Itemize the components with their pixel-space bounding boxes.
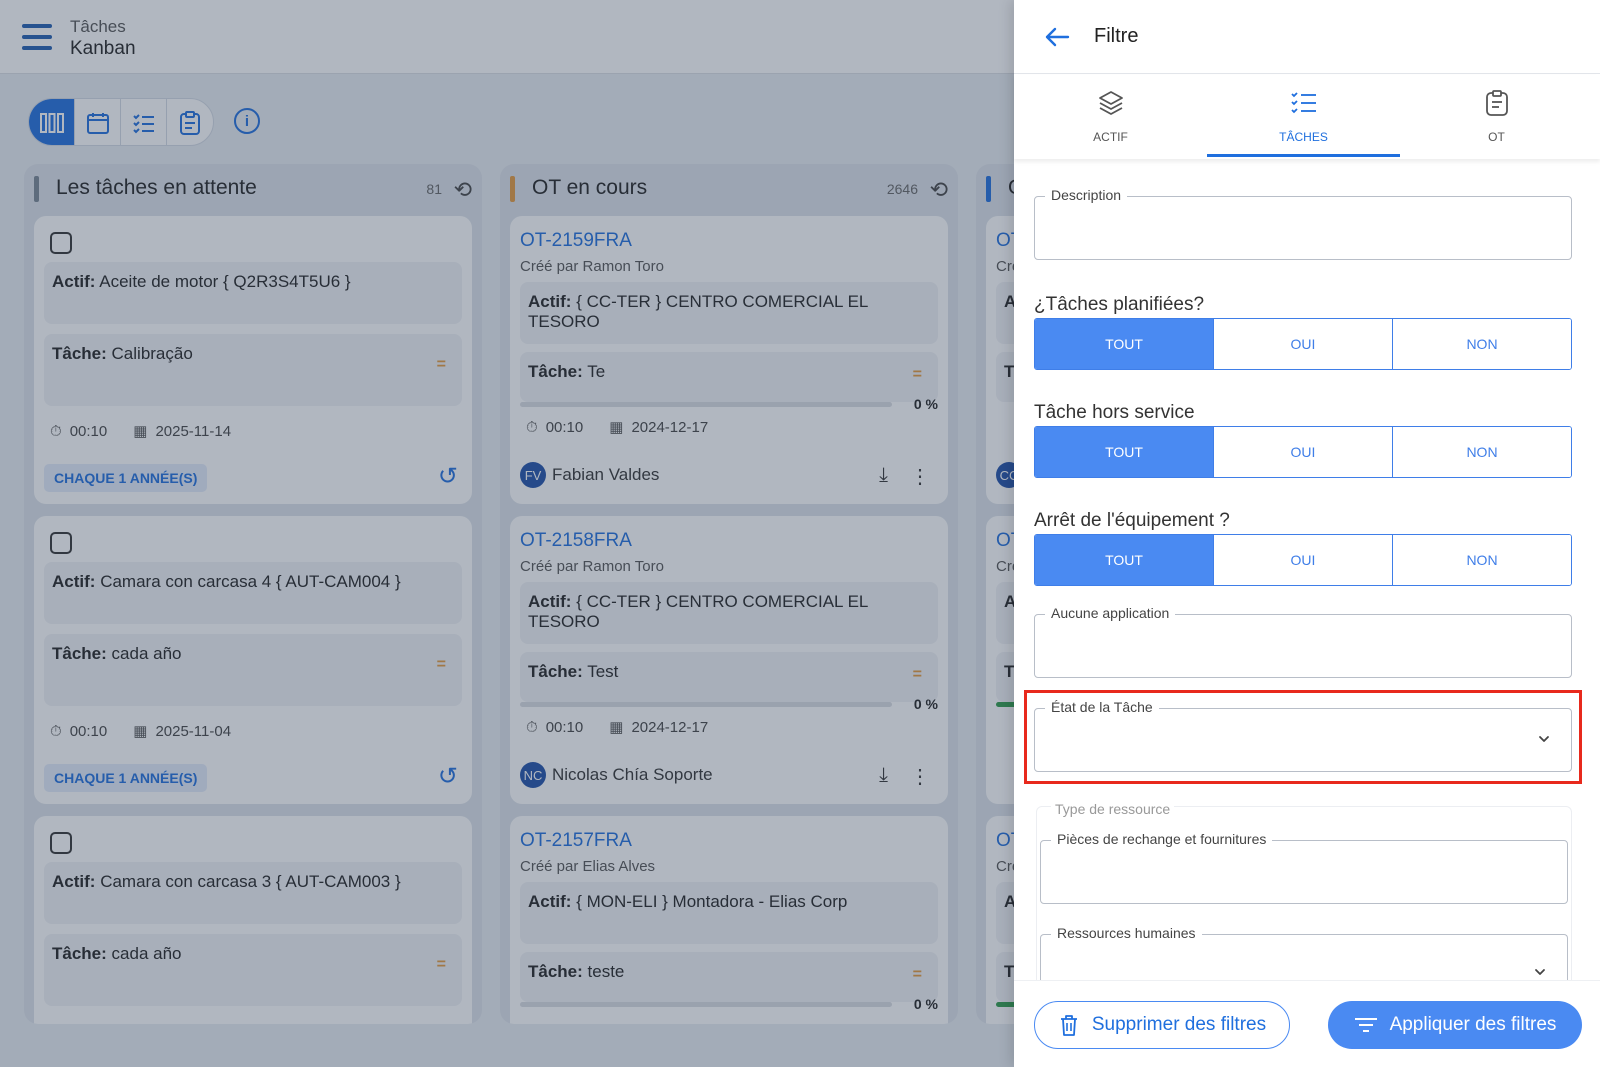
application-label: Aucune application: [1045, 605, 1176, 621]
planned-no-option[interactable]: NON: [1393, 319, 1571, 369]
back-arrow-icon[interactable]: [1042, 22, 1072, 52]
human-resources-select[interactable]: Ressources humaines: [1040, 925, 1568, 984]
drawer-footer: Supprimer des filtres Appliquer des filt…: [1014, 980, 1600, 1067]
chevron-down-icon: [1535, 969, 1545, 975]
chevron-down-icon: [1539, 736, 1549, 742]
filter-lines-icon: [1354, 1018, 1377, 1032]
description-label: Description: [1045, 187, 1128, 203]
drawer-header: Filtre: [1014, 0, 1600, 74]
out-of-service-no-option[interactable]: NON: [1393, 427, 1571, 477]
resource-type-label: Type de ressource: [1051, 801, 1175, 817]
clear-filters-label: Supprimer des filtres: [1091, 1014, 1267, 1035]
planned-tasks-toggle: TOUT OUI NON: [1034, 318, 1572, 370]
layers-icon: [1098, 91, 1123, 115]
equipment-stop-no-option[interactable]: NON: [1393, 535, 1571, 585]
equipment-stop-toggle: TOUT OUI NON: [1034, 534, 1572, 586]
task-state-label: État de la Tâche: [1045, 699, 1159, 715]
spare-parts-field[interactable]: Pièces de rechange et fournitures: [1040, 831, 1568, 904]
out-of-service-yes-option[interactable]: OUI: [1214, 427, 1393, 477]
clipboard-icon: [1485, 90, 1508, 116]
spare-parts-label: Pièces de rechange et fournitures: [1051, 831, 1273, 847]
application-field[interactable]: Aucune application: [1034, 605, 1572, 678]
planned-all-option[interactable]: TOUT: [1035, 319, 1214, 369]
equipment-stop-all-option[interactable]: TOUT: [1035, 535, 1214, 585]
planned-yes-option[interactable]: OUI: [1214, 319, 1393, 369]
tab-label: OT: [1488, 130, 1505, 144]
modal-backdrop[interactable]: [0, 0, 1014, 1067]
apply-filters-button[interactable]: Appliquer des filtres: [1328, 1001, 1582, 1049]
task-state-select[interactable]: État de la Tâche: [1034, 699, 1572, 772]
trash-icon: [1060, 1015, 1077, 1036]
tab-label: ACTIF: [1093, 130, 1128, 144]
out-of-service-toggle: TOUT OUI NON: [1034, 426, 1572, 478]
equipment-stop-yes-option[interactable]: OUI: [1214, 535, 1393, 585]
human-resources-label: Ressources humaines: [1051, 925, 1202, 941]
drawer-title: Filtre: [1094, 25, 1139, 47]
out-of-service-label: Tâche hors service: [1034, 402, 1195, 423]
description-field[interactable]: Description: [1034, 187, 1572, 260]
tab-work-orders[interactable]: OT: [1400, 75, 1593, 159]
clear-filters-button[interactable]: Supprimer des filtres: [1034, 1001, 1290, 1049]
apply-filters-label: Appliquer des filtres: [1389, 1014, 1557, 1035]
equipment-stop-label: Arrêt de l'équipement ?: [1034, 510, 1230, 531]
filter-tabs: ACTIF TÂCHES OT: [1014, 75, 1600, 159]
tab-label: TÂCHES: [1279, 130, 1328, 144]
planned-tasks-label: ¿Tâches planifiées?: [1034, 294, 1205, 315]
tab-tasks[interactable]: TÂCHES: [1207, 75, 1400, 159]
checklist-icon: [1290, 92, 1316, 114]
out-of-service-all-option[interactable]: TOUT: [1035, 427, 1214, 477]
tab-asset[interactable]: ACTIF: [1014, 75, 1207, 159]
filter-drawer: Filtre ACTIF TÂCHES OT Description ¿Tâch…: [1014, 0, 1600, 1067]
